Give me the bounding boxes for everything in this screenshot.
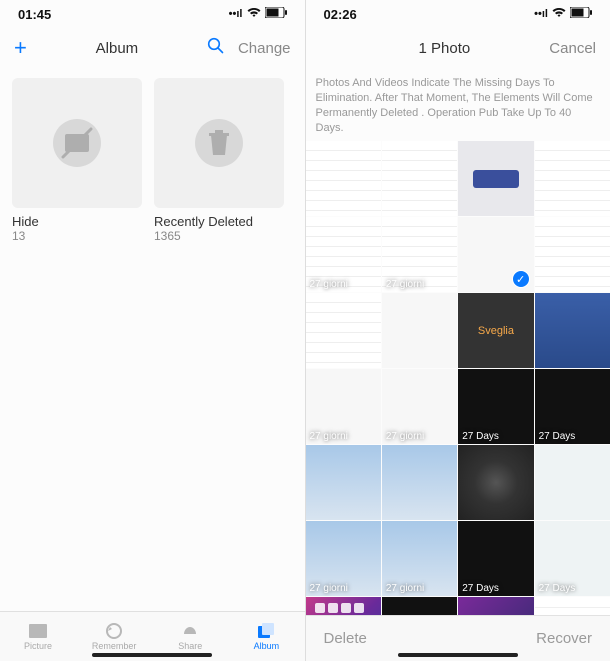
status-time: 01:45 (18, 7, 51, 22)
tab-label: Remember (92, 641, 137, 651)
album-title: Recently Deleted (154, 214, 284, 229)
wifi-icon (552, 8, 566, 21)
wifi-icon (247, 8, 261, 21)
nav-bar: + Album Change (0, 28, 305, 68)
photo-thumbnail[interactable]: 27 Days (535, 369, 610, 444)
photo-thumbnail[interactable] (306, 445, 381, 520)
photo-thumbnail[interactable]: 27 giorni (306, 217, 381, 292)
photo-thumbnail[interactable] (382, 293, 457, 368)
photo-thumbnail[interactable]: 27 Days (535, 521, 610, 596)
album-hide[interactable]: Hide 13 (12, 78, 142, 243)
days-remaining-label: 27 giorni (310, 583, 348, 594)
photo-thumbnail[interactable]: 27 giorni (306, 521, 381, 596)
search-icon[interactable] (207, 37, 224, 59)
deletion-info: Photos And Videos Indicate The Missing D… (306, 68, 610, 141)
album-recently-deleted[interactable]: Recently Deleted 1365 (154, 78, 284, 243)
days-remaining-label: 27 Days (462, 431, 499, 442)
photo-thumbnail[interactable] (535, 217, 610, 292)
days-remaining-label: 27 giorni (310, 431, 348, 442)
albums-screen: 01:45 ••ıl + Album Change (0, 0, 306, 661)
tab-label: Share (178, 641, 202, 651)
cancel-button[interactable]: Cancel (549, 40, 596, 57)
photo-thumbnail[interactable]: 27 giorni (382, 369, 457, 444)
days-remaining-label: 27 Days (539, 583, 576, 594)
album-title: Hide (12, 214, 142, 229)
photo-thumbnail[interactable]: 27 giorni (382, 217, 457, 292)
status-bar: 01:45 ••ıl (0, 0, 305, 28)
hide-thumb-icon (12, 78, 142, 208)
photo-thumbnail[interactable]: 27 giorni (382, 521, 457, 596)
photo-thumbnail[interactable] (306, 597, 381, 615)
home-indicator[interactable] (92, 653, 212, 657)
battery-icon (570, 7, 592, 21)
trash-thumb-icon (154, 78, 284, 208)
tab-album[interactable]: Album (228, 612, 304, 661)
photo-thumbnail[interactable] (458, 445, 533, 520)
album-count: 13 (12, 229, 142, 243)
photo-thumbnail[interactable] (535, 445, 610, 520)
photo-thumbnail[interactable] (535, 293, 610, 368)
photo-thumbnail[interactable] (382, 445, 457, 520)
photo-thumbnail[interactable]: ✓ (458, 217, 533, 292)
album-grid: Hide 13 Recently Deleted 1365 (0, 68, 305, 253)
photo-thumbnail[interactable]: 27 giorni (306, 369, 381, 444)
photo-thumbnail[interactable] (458, 597, 533, 615)
status-icons: ••ıl (534, 7, 592, 21)
photo-grid: 27 giorni 27 giorni ✓ Sveglia 27 giorni 27 gi… (306, 141, 610, 615)
photo-thumbnail[interactable] (535, 597, 610, 615)
nav-bar: 1 Photo Cancel (306, 28, 610, 68)
status-time: 02:26 (324, 7, 357, 22)
add-button[interactable]: + (14, 35, 27, 61)
signal-icon: ••ıl (229, 8, 243, 20)
photo-thumbnail[interactable]: 27 Days (458, 369, 533, 444)
days-remaining-label: 27 giorni (386, 279, 424, 290)
photo-thumbnail[interactable] (306, 293, 381, 368)
days-remaining-label: 27 giorni (310, 279, 348, 290)
page-title: 1 Photo (350, 40, 540, 57)
photo-thumbnail[interactable] (458, 141, 533, 216)
days-remaining-label: 27 Days (539, 431, 576, 442)
change-button[interactable]: Change (238, 40, 291, 57)
tab-label: Picture (24, 641, 52, 651)
page-title: Album (37, 40, 197, 57)
photo-thumbnail[interactable] (382, 141, 457, 216)
photo-thumbnail[interactable]: Sveglia (458, 293, 533, 368)
photo-thumbnail[interactable] (382, 597, 457, 615)
status-icons: ••ıl (229, 7, 287, 21)
signal-icon: ••ıl (534, 8, 548, 20)
selected-check-icon: ✓ (512, 270, 530, 288)
album-count: 1365 (154, 229, 284, 243)
delete-button[interactable]: Delete (324, 630, 367, 647)
tab-picture[interactable]: Picture (0, 612, 76, 661)
tab-label: Album (254, 641, 280, 651)
photo-thumbnail[interactable] (535, 141, 610, 216)
recover-button[interactable]: Recover (536, 630, 592, 647)
recently-deleted-screen: 02:26 ••ıl 1 Photo Cancel Photos And Vid… (306, 0, 610, 661)
home-indicator[interactable] (398, 653, 518, 657)
status-bar: 02:26 ••ıl (306, 0, 610, 28)
days-remaining-label: 27 giorni (386, 583, 424, 594)
photo-thumbnail[interactable]: 27 Days (458, 521, 533, 596)
days-remaining-label: 27 giorni (386, 431, 424, 442)
days-remaining-label: 27 Days (462, 583, 499, 594)
battery-icon (265, 7, 287, 21)
photo-thumbnail[interactable] (306, 141, 381, 216)
